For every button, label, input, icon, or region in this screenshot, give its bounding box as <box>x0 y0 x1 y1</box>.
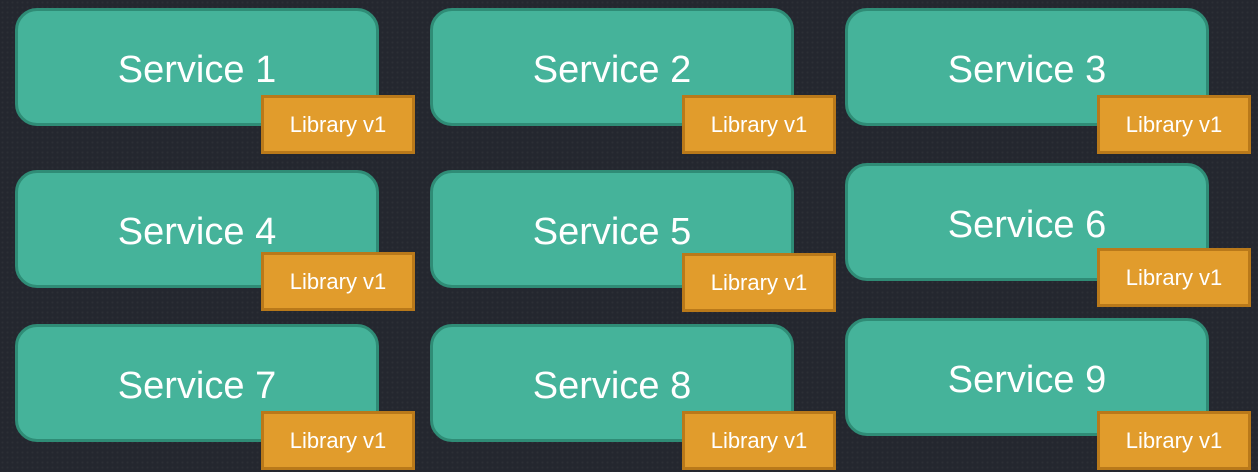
library-badge-1: Library v1 <box>261 95 415 154</box>
library-badge-8: Library v1 <box>682 411 836 470</box>
service-label: Service 7 <box>117 365 277 407</box>
library-badge-2: Library v1 <box>682 95 836 154</box>
service-label: Service 2 <box>532 49 692 91</box>
service-label: Service 9 <box>947 359 1107 401</box>
library-badge-5: Library v1 <box>682 253 836 312</box>
service-label: Service 8 <box>532 365 692 407</box>
library-badge-4: Library v1 <box>261 252 415 311</box>
service-label: Service 4 <box>117 211 277 253</box>
library-badge-7: Library v1 <box>261 411 415 470</box>
service-label: Service 5 <box>532 211 692 253</box>
service-label: Service 1 <box>117 49 277 91</box>
service-label: Service 3 <box>947 49 1107 91</box>
library-badge-3: Library v1 <box>1097 95 1251 154</box>
service-diagram: Service 1 Library v1 Service 2 Library v… <box>0 0 1258 472</box>
library-badge-9: Library v1 <box>1097 411 1251 470</box>
service-label: Service 6 <box>947 204 1107 246</box>
library-badge-6: Library v1 <box>1097 248 1251 307</box>
